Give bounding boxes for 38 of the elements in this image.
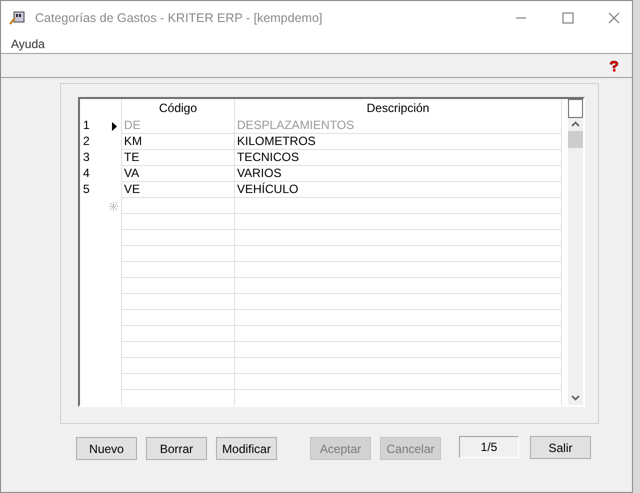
action-button[interactable]: Borrar [146,437,207,460]
row-number: 3 [83,150,90,166]
table-cell: TECNICOS [237,150,300,164]
action-button[interactable]: Nuevo [76,437,137,460]
scroll-up-icon[interactable] [571,121,580,127]
record-counter: 1/5 [459,436,519,458]
table-row[interactable]: 2 KM KILOMETROS [80,134,561,150]
current-row-icon [112,122,117,130]
table-cell: VE [124,182,140,196]
menu-item[interactable]: Ayuda [11,35,45,53]
row-number: 4 [83,166,90,182]
table-cell: DESPLAZAMIENTOS [237,118,354,132]
table-cell: DE [124,118,141,132]
column-header[interactable]: Código [122,99,235,118]
app-icon [9,10,25,26]
table-cell: TE [124,150,140,164]
window-title: Categorías de Gastos - KRITER ERP - [kempdemo] [35,10,322,27]
close-icon[interactable] [608,12,620,24]
new-row-icon [109,202,118,210]
table-cell: KILOMETROS [237,134,316,148]
table-cell: KM [124,134,142,148]
scroll-down-icon[interactable] [571,395,580,401]
column-header[interactable]: Descripción [235,99,561,118]
action-button[interactable]: Salir [530,436,591,459]
table-cell: VARIOS [237,166,282,180]
table-row[interactable]: 4 VA VARIOS [80,166,561,182]
table-row[interactable]: 3 TE TECNICOS [80,150,561,166]
table-row[interactable]: 1 DE DESPLAZAMIENTOS [80,118,561,134]
table-row[interactable]: 5 VE VEHÍCULO [80,182,561,198]
table-cell: VEHÍCULO [237,182,298,196]
scroll-thumb[interactable] [568,131,583,148]
row-number: 1 [83,118,90,134]
maximize-icon[interactable] [562,12,574,24]
action-button[interactable]: Modificar [216,437,277,460]
row-number: 2 [83,134,90,150]
row-number: 5 [83,182,90,198]
table-cell: VA [124,166,140,180]
help-icon[interactable] [608,60,620,72]
